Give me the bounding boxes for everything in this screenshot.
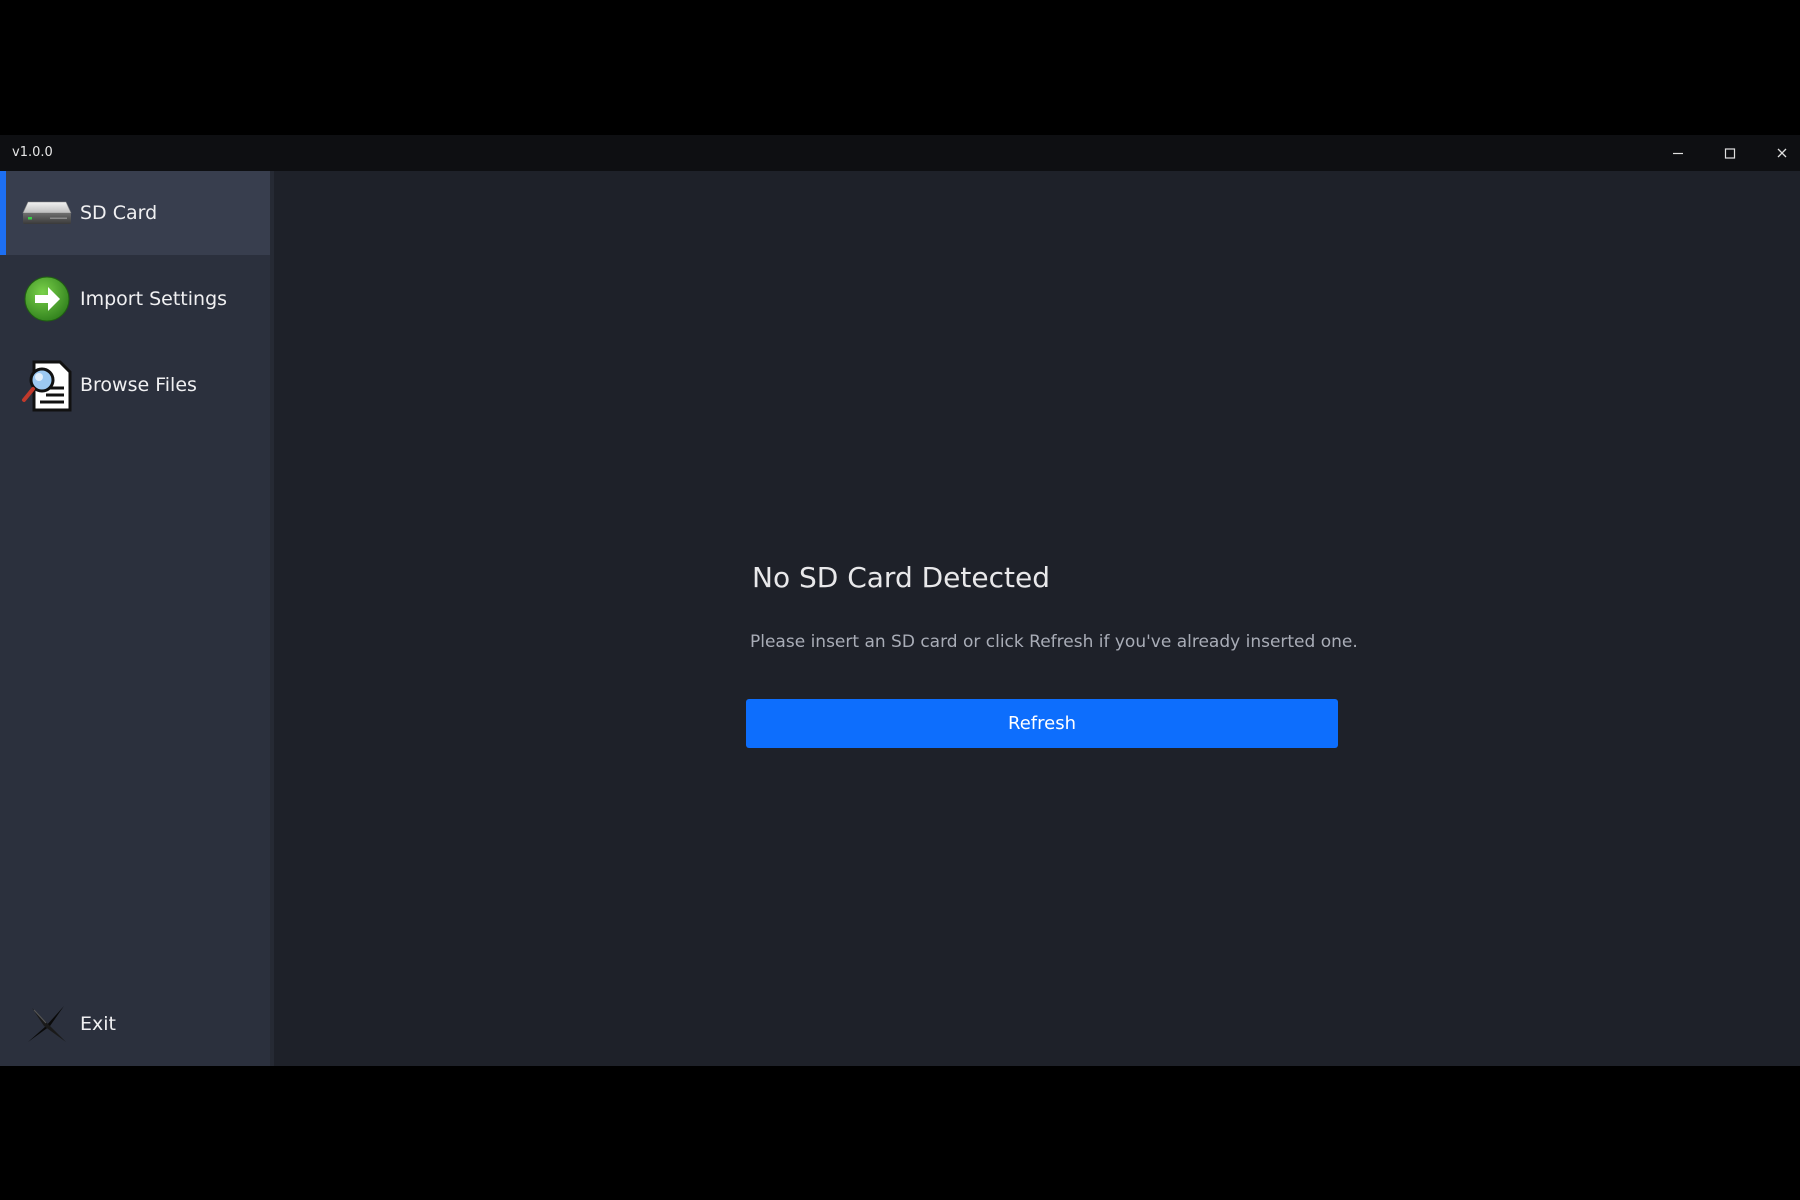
sd-card-drive-icon <box>20 186 74 240</box>
minimize-icon <box>1673 152 1683 155</box>
sidebar-item-exit[interactable]: Exit <box>0 984 270 1064</box>
document-search-icon <box>20 358 74 412</box>
sidebar-item-label: Import Settings <box>80 288 228 310</box>
title-bar: v1.0.0 <box>0 135 1800 171</box>
sidebar-item-import-settings[interactable]: Import Settings <box>0 257 270 341</box>
letterbox-bottom <box>0 1066 1800 1200</box>
sidebar: SD Card Import Settings Browse Files Exi… <box>0 171 272 1066</box>
close-icon <box>1777 148 1787 158</box>
sidebar-item-label: Browse Files <box>80 374 197 396</box>
sidebar-item-label: SD Card <box>80 202 158 224</box>
maximize-icon <box>1724 148 1736 159</box>
refresh-button[interactable]: Refresh <box>746 699 1338 748</box>
exit-x-icon <box>20 997 74 1051</box>
minimize-button[interactable] <box>1652 135 1704 171</box>
window-title: v1.0.0 <box>12 145 53 160</box>
close-button[interactable] <box>1756 135 1800 171</box>
empty-state-title: No SD Card Detected <box>752 561 1050 594</box>
app-window: v1.0.0 SD Card Import Settings Browse Fi… <box>0 135 1800 1066</box>
sidebar-item-browse-files[interactable]: Browse Files <box>0 343 270 427</box>
empty-state-description: Please insert an SD card or click Refres… <box>750 632 1358 652</box>
maximize-button[interactable] <box>1704 135 1756 171</box>
green-arrow-icon <box>20 272 74 326</box>
sidebar-item-label: Exit <box>80 1013 116 1035</box>
sidebar-item-sd-card[interactable]: SD Card <box>0 171 270 255</box>
letterbox-top <box>0 0 1800 135</box>
main-content: No SD Card Detected Please insert an SD … <box>274 171 1800 1066</box>
